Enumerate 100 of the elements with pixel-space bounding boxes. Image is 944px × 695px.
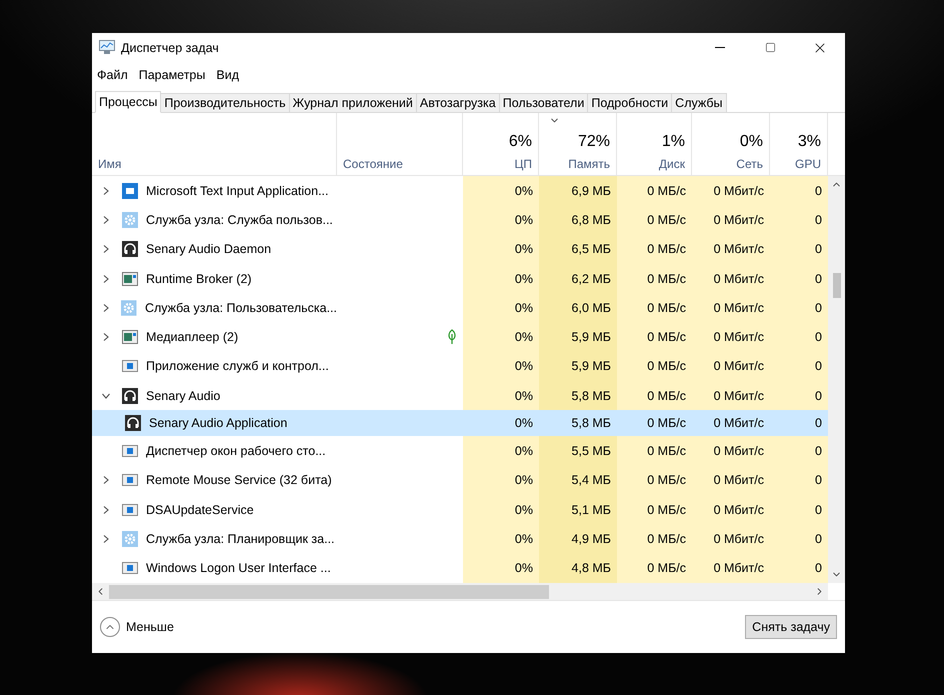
process-row[interactable]: Служба узла: Служба пользов... 0% 6,8 МБ 0 МБ/с 0 Мбит/с 0 (92, 205, 828, 235)
column-header[interactable]: ЦП (514, 157, 532, 171)
memory-cell-text: 5,9 МБ (570, 329, 612, 346)
menu-item[interactable]: Вид (216, 68, 239, 82)
chevron-icon[interactable] (102, 506, 110, 514)
gear-icon (121, 300, 137, 316)
scrollbar-thumb[interactable] (109, 584, 549, 598)
memory-cell-text: 4,8 МБ (570, 560, 612, 578)
disk-cell-text: 0 МБ/с (646, 472, 687, 490)
process-name: Microsoft Text Input Application... (146, 184, 329, 198)
scrollbar-thumb[interactable] (832, 273, 840, 298)
memory-cell-text: 5,8 МБ (570, 388, 612, 405)
tab[interactable]: Автозагрузка (416, 93, 500, 112)
process-name: Senary Audio (146, 388, 220, 403)
process-name: Runtime Broker (2) (146, 272, 252, 286)
cpu-cell-text: 0% (514, 560, 534, 578)
disk-cell-text: 0 МБ/с (646, 560, 687, 578)
tab[interactable]: Процессы (95, 91, 162, 113)
process-row[interactable]: Приложение служб и контрол... 0% 5,9 МБ 0 МБ/с 0 Мбит/с 0 (92, 352, 828, 382)
process-row[interactable]: Диспетчер окон рабочего сто... 0% 5,5 МБ 0 МБ/с 0 Мбит/с 0 (92, 436, 828, 466)
memory-cell-text: 6,2 МБ (570, 270, 612, 288)
process-name: Remote Mouse Service (32 бита) (146, 473, 332, 488)
chevron-icon[interactable] (102, 476, 110, 484)
network-cell-text: 0 Мбит/с (712, 530, 765, 548)
gpu-cell-text: 0 (814, 472, 823, 490)
process-name: Senary Audio Daemon (146, 242, 272, 256)
network-cell-text: 0 Мбит/с (712, 182, 765, 200)
column-header[interactable]: GPU (794, 157, 821, 171)
cpu-cell-text: 0% (514, 472, 534, 490)
window-icon (122, 329, 138, 346)
column-header[interactable]: Имя (98, 157, 122, 171)
process-name: Диспетчер окон рабочего сто... (146, 444, 326, 458)
column-header[interactable]: Диск (658, 157, 685, 171)
memory-cell-text: 5,5 МБ (570, 443, 612, 460)
chevron-icon[interactable] (102, 304, 110, 312)
chevron-icon[interactable] (102, 274, 110, 283)
vertical-scrollbar[interactable] (828, 176, 845, 583)
process-row[interactable]: Remote Mouse Service (32 бита) 0% 5,4 МБ 0 МБ/с 0 Мбит/с 0 (92, 466, 828, 495)
process-row[interactable]: Служба узла: Планировщик за... 0% 4,9 МБ 0 МБ/с 0 Мбит/с 0 (92, 524, 828, 554)
disk-cell-text: 0 МБ/с (646, 530, 687, 548)
cpu-cell-text: 0% (514, 182, 534, 200)
monitor-chart-icon (99, 40, 115, 55)
app-icon (122, 182, 138, 199)
memory-cell-text: 6,9 МБ (570, 182, 612, 200)
cpu-cell-text: 0% (514, 270, 534, 288)
process-name: Служба узла: Планировщик за... (146, 532, 335, 546)
column-percent: 72% (578, 133, 610, 151)
process-row[interactable]: Senary Audio 0% 5,8 МБ 0 МБ/с 0 Мбит/с 0 (92, 381, 828, 410)
memory-cell-text: 5,9 МБ (570, 358, 612, 376)
disk-cell-text: 0 МБ/с (646, 300, 687, 317)
process-name: Медиаплеер (2) (146, 330, 238, 344)
process-row[interactable]: Senary Audio Daemon 0% 6,5 МБ 0 МБ/с 0 Мбит/с 0 (92, 234, 828, 264)
process-name: Служба узла: Служба пользов... (146, 212, 333, 227)
process-row[interactable]: Runtime Broker (2) 0% 6,2 МБ 0 МБ/с 0 Мбит/с 0 (92, 264, 828, 294)
network-cell-text: 0 Мбит/с (712, 329, 765, 346)
chevron-icon[interactable] (102, 245, 110, 254)
disk-cell-text: 0 МБ/с (646, 270, 687, 288)
column-header[interactable]: Сеть (736, 157, 763, 171)
service-window-icon (122, 443, 138, 460)
chevron-icon[interactable] (102, 392, 110, 400)
gear-icon (122, 530, 138, 547)
process-row[interactable]: Медиаплеер (2) 0% 5,9 МБ 0 МБ/с 0 Мбит/с 0 (92, 322, 828, 352)
tab[interactable]: Производительность (160, 93, 290, 112)
menu-item[interactable]: Параметры (138, 68, 206, 82)
memory-cell-text: 4,9 МБ (570, 530, 612, 548)
cpu-cell-text: 0% (514, 212, 534, 229)
network-cell-text: 0 Мбит/с (712, 502, 765, 519)
process-row[interactable]: Служба узла: Пользовательска... 0% 6,0 МБ 0 МБ/с 0 Мбит/с 0 (92, 293, 828, 322)
menu-item[interactable]: Файл (97, 68, 128, 82)
disk-cell-text: 0 МБ/с (646, 182, 687, 200)
tab[interactable]: Пользователи (498, 93, 588, 112)
process-row[interactable]: Senary Audio Application 0% 5,8 МБ 0 МБ/с 0 Мбит/с 0 (92, 410, 828, 436)
tab[interactable]: Подробности (587, 93, 672, 112)
end-task-button[interactable]: Снять задачу (745, 615, 837, 639)
service-window-icon (122, 358, 138, 374)
tab[interactable]: Журнал приложений (288, 93, 417, 112)
gpu-cell-text: 0 (814, 182, 823, 200)
network-cell-text: 0 Мбит/с (712, 270, 765, 288)
cpu-cell-text: 0% (514, 530, 534, 548)
chevron-icon[interactable] (102, 534, 110, 543)
fewer-details-button[interactable]: Меньше (100, 617, 174, 637)
chevron-icon[interactable] (102, 216, 110, 224)
headphones-icon (122, 388, 138, 404)
process-row[interactable]: DSAUpdateService 0% 5,1 МБ 0 МБ/с 0 Мбит/с 0 (92, 494, 828, 524)
column-percent: 1% (662, 133, 685, 151)
process-row[interactable]: Microsoft Text Input Application... 0% 6,9 МБ 0 МБ/с 0 Мбит/с 0 (92, 176, 828, 206)
service-window-icon (122, 472, 138, 488)
cpu-cell-text: 0% (514, 241, 534, 258)
headphones-icon (122, 241, 138, 258)
chevron-icon[interactable] (102, 186, 110, 195)
column-percent: 6% (508, 133, 532, 151)
window-icon (122, 270, 138, 287)
tab[interactable]: Службы (671, 93, 727, 112)
process-row[interactable]: Windows Logon User Interface ... 0% 4,8 МБ 0 МБ/с 0 Мбит/с 0 (92, 554, 828, 583)
chevron-icon[interactable] (102, 333, 110, 342)
horizontal-scrollbar[interactable] (92, 583, 828, 600)
column-header[interactable]: Состояние (343, 157, 403, 171)
column-header[interactable]: Память (568, 157, 610, 171)
memory-cell-text: 5,1 МБ (570, 502, 612, 519)
memory-cell-text: 6,5 МБ (570, 241, 612, 258)
